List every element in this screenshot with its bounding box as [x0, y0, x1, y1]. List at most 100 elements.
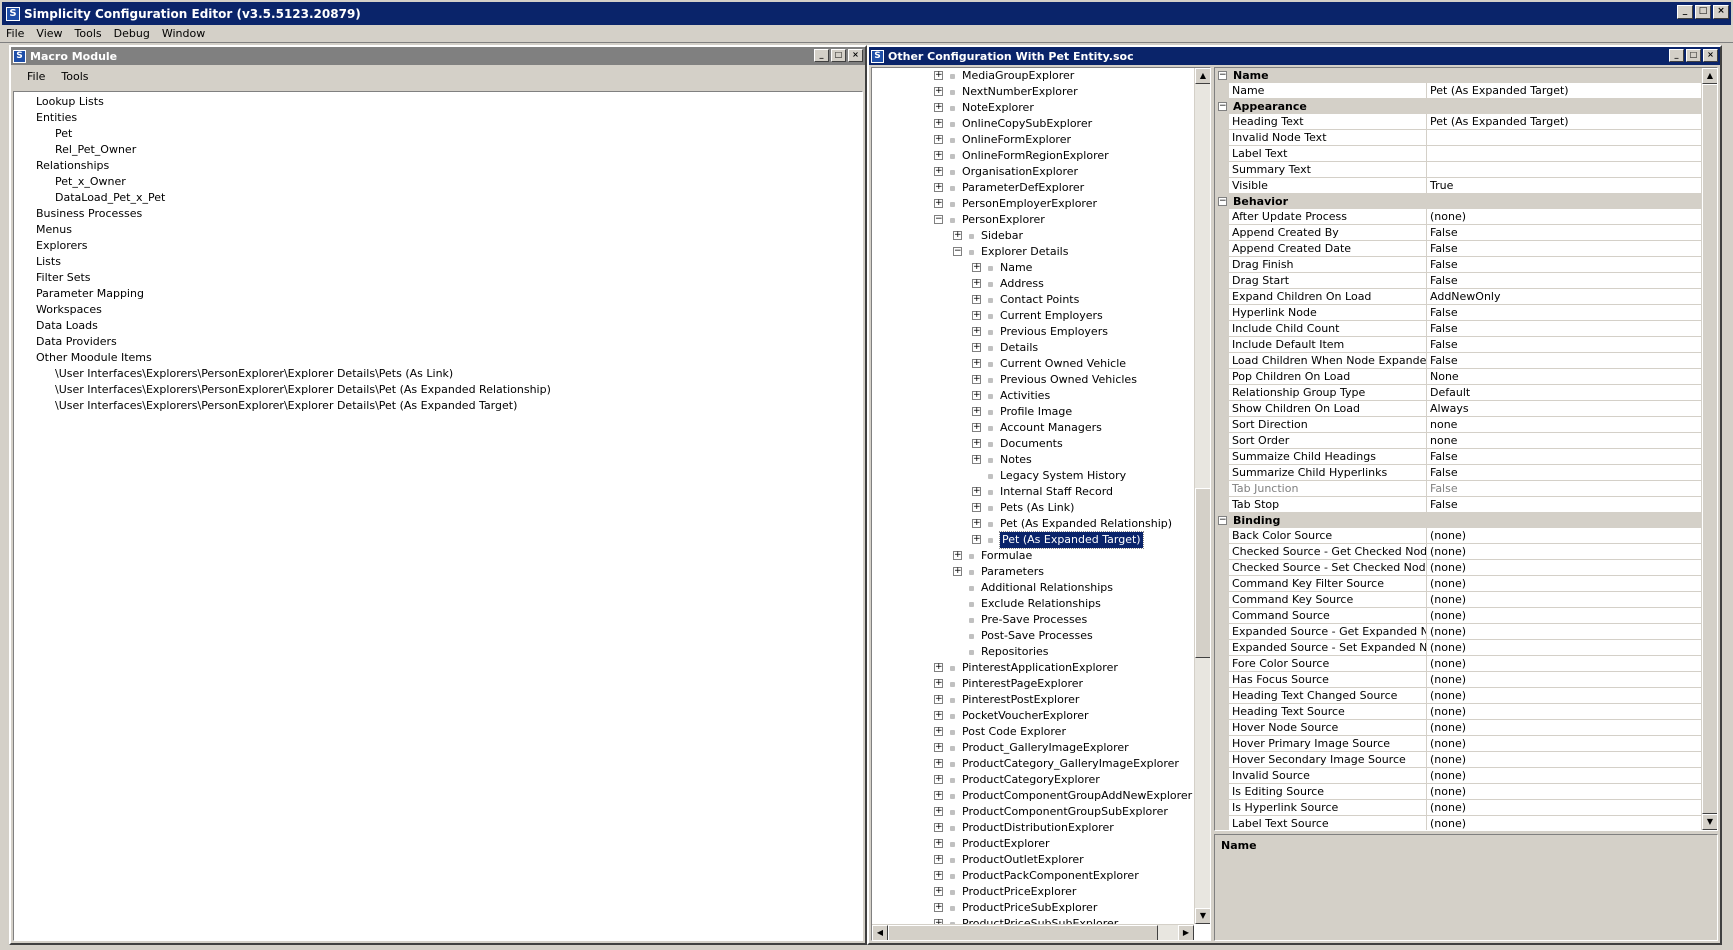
- tree-node-label[interactable]: PocketVoucherExplorer: [962, 708, 1089, 724]
- property-value[interactable]: AddNewOnly: [1427, 289, 1701, 305]
- property-value[interactable]: False: [1427, 257, 1701, 273]
- expand-icon[interactable]: +: [972, 327, 981, 336]
- tree-node[interactable]: + Sidebar: [872, 228, 1194, 244]
- tree-node-label[interactable]: Repositories: [981, 644, 1049, 660]
- tree-node-label[interactable]: Notes: [1000, 452, 1032, 468]
- tree-node[interactable]: − PersonExplorer: [872, 212, 1194, 228]
- property-value[interactable]: False: [1427, 305, 1701, 321]
- expand-icon[interactable]: +: [972, 343, 981, 352]
- tree-node[interactable]: + Product_GalleryImageExplorer: [872, 740, 1194, 756]
- tree-node-label[interactable]: Account Managers: [1000, 420, 1102, 436]
- property-value[interactable]: (none): [1427, 720, 1701, 736]
- property-value[interactable]: None: [1427, 369, 1701, 385]
- tree-node-label[interactable]: Sidebar: [981, 228, 1023, 244]
- property-row[interactable]: Name Pet (As Expanded Target): [1215, 83, 1701, 99]
- property-row[interactable]: Relationship Group Type Default: [1215, 385, 1701, 401]
- tree-node[interactable]: + PinterestPostExplorer: [872, 692, 1194, 708]
- property-row[interactable]: Summaize Child Headings False: [1215, 449, 1701, 465]
- property-row[interactable]: Hyperlink Node False: [1215, 305, 1701, 321]
- tree-node[interactable]: + PinterestPageExplorer: [872, 676, 1194, 692]
- tree-scroll-left-button[interactable]: ◀: [872, 925, 888, 940]
- config-maximize-button[interactable]: □: [1686, 49, 1701, 62]
- tree-node[interactable]: + ProductPriceSubExplorer: [872, 900, 1194, 916]
- tree-node-label[interactable]: Activities: [1000, 388, 1050, 404]
- tree-node[interactable]: + Activities: [872, 388, 1194, 404]
- property-row[interactable]: Expanded Source - Get Expanded Node Stat…: [1215, 624, 1701, 640]
- tree-node[interactable]: Exclude Relationships: [872, 596, 1194, 612]
- expand-icon[interactable]: +: [934, 855, 943, 864]
- property-value[interactable]: False: [1427, 241, 1701, 257]
- property-row[interactable]: Checked Source - Set Checked Node State(…: [1215, 560, 1701, 576]
- property-value[interactable]: False: [1427, 321, 1701, 337]
- tree-node[interactable]: Legacy System History: [872, 468, 1194, 484]
- tree-node[interactable]: + ProductCategoryExplorer: [872, 772, 1194, 788]
- property-value[interactable]: False: [1427, 481, 1701, 497]
- macro-tree-item[interactable]: Pet: [55, 126, 72, 142]
- expand-icon[interactable]: +: [972, 519, 981, 528]
- property-value[interactable]: False: [1427, 337, 1701, 353]
- property-row[interactable]: Has Focus Source (none): [1215, 672, 1701, 688]
- tree-node-label[interactable]: Current Employers: [1000, 308, 1103, 324]
- collapse-icon[interactable]: −: [1218, 197, 1227, 206]
- property-row[interactable]: Command Key Source (none): [1215, 592, 1701, 608]
- tree-node[interactable]: + PocketVoucherExplorer: [872, 708, 1194, 724]
- expand-icon[interactable]: +: [934, 823, 943, 832]
- property-value[interactable]: (none): [1427, 816, 1701, 830]
- tree-node-label[interactable]: Product_GalleryImageExplorer: [962, 740, 1129, 756]
- expand-icon[interactable]: +: [934, 727, 943, 736]
- tree-node-label[interactable]: Exclude Relationships: [981, 596, 1101, 612]
- macro-tree-item[interactable]: Other Moodule Items: [36, 350, 152, 366]
- expand-icon[interactable]: +: [934, 135, 943, 144]
- tree-node[interactable]: + ProductComponentGroupAddNewExplorer: [872, 788, 1194, 804]
- tree-node[interactable]: + ProductOutletExplorer: [872, 852, 1194, 868]
- expand-icon[interactable]: +: [972, 455, 981, 464]
- tree-hscroll-thumb[interactable]: [888, 925, 1158, 940]
- tree-node-label[interactable]: PinterestPostExplorer: [962, 692, 1079, 708]
- tree-node[interactable]: + Parameters: [872, 564, 1194, 580]
- collapse-icon[interactable]: −: [1218, 516, 1227, 525]
- property-category[interactable]: − Binding: [1215, 513, 1701, 528]
- expand-icon[interactable]: +: [972, 423, 981, 432]
- expand-icon[interactable]: +: [972, 263, 981, 272]
- tree-node[interactable]: Pre-Save Processes: [872, 612, 1194, 628]
- property-value[interactable]: (none): [1427, 576, 1701, 592]
- tree-node-label[interactable]: Details: [1000, 340, 1038, 356]
- property-category[interactable]: − Name: [1215, 68, 1701, 83]
- expand-icon[interactable]: +: [972, 535, 981, 544]
- macro-menu-tools[interactable]: Tools: [53, 70, 96, 83]
- tree-node-label[interactable]: PersonEmployerExplorer: [962, 196, 1097, 212]
- macro-tree-item[interactable]: Data Providers: [36, 334, 117, 350]
- tree-node[interactable]: Repositories: [872, 644, 1194, 660]
- menu-view[interactable]: View: [30, 27, 68, 40]
- props-scroll-thumb[interactable]: [1702, 84, 1717, 814]
- expand-icon[interactable]: +: [972, 375, 981, 384]
- property-value[interactable]: False: [1427, 465, 1701, 481]
- property-value[interactable]: (none): [1427, 560, 1701, 576]
- expand-icon[interactable]: +: [934, 695, 943, 704]
- property-row[interactable]: Command Key Filter Source (none): [1215, 576, 1701, 592]
- macro-tree-item[interactable]: Menus: [36, 222, 72, 238]
- tree-node-label[interactable]: Legacy System History: [1000, 468, 1126, 484]
- expand-icon[interactable]: +: [934, 71, 943, 80]
- tree-node[interactable]: + NoteExplorer: [872, 100, 1194, 116]
- property-value[interactable]: (none): [1427, 209, 1701, 225]
- macro-close-button[interactable]: ×: [848, 49, 863, 62]
- collapse-icon[interactable]: −: [953, 247, 962, 256]
- property-value[interactable]: (none): [1427, 704, 1701, 720]
- config-minimize-button[interactable]: _: [1669, 49, 1684, 62]
- macro-tree-item[interactable]: Pet_x_Owner: [55, 174, 126, 190]
- tree-node-label[interactable]: Pet (As Expanded Target): [999, 531, 1144, 549]
- tree-vscrollbar[interactable]: ▲ ▼: [1194, 68, 1210, 924]
- tree-node-label[interactable]: PinterestApplicationExplorer: [962, 660, 1118, 676]
- expand-icon[interactable]: +: [972, 359, 981, 368]
- tree-node-label[interactable]: OnlineFormExplorer: [962, 132, 1071, 148]
- expand-icon[interactable]: +: [934, 167, 943, 176]
- tree-node-label[interactable]: Profile Image: [1000, 404, 1072, 420]
- property-value[interactable]: False: [1427, 273, 1701, 289]
- expand-icon[interactable]: +: [972, 279, 981, 288]
- tree-node-label[interactable]: Name: [1000, 260, 1032, 276]
- tree-node-label[interactable]: ProductPriceSubExplorer: [962, 900, 1097, 916]
- menu-file[interactable]: File: [0, 27, 30, 40]
- property-value[interactable]: none: [1427, 433, 1701, 449]
- property-row[interactable]: Heading Text Changed Source (none): [1215, 688, 1701, 704]
